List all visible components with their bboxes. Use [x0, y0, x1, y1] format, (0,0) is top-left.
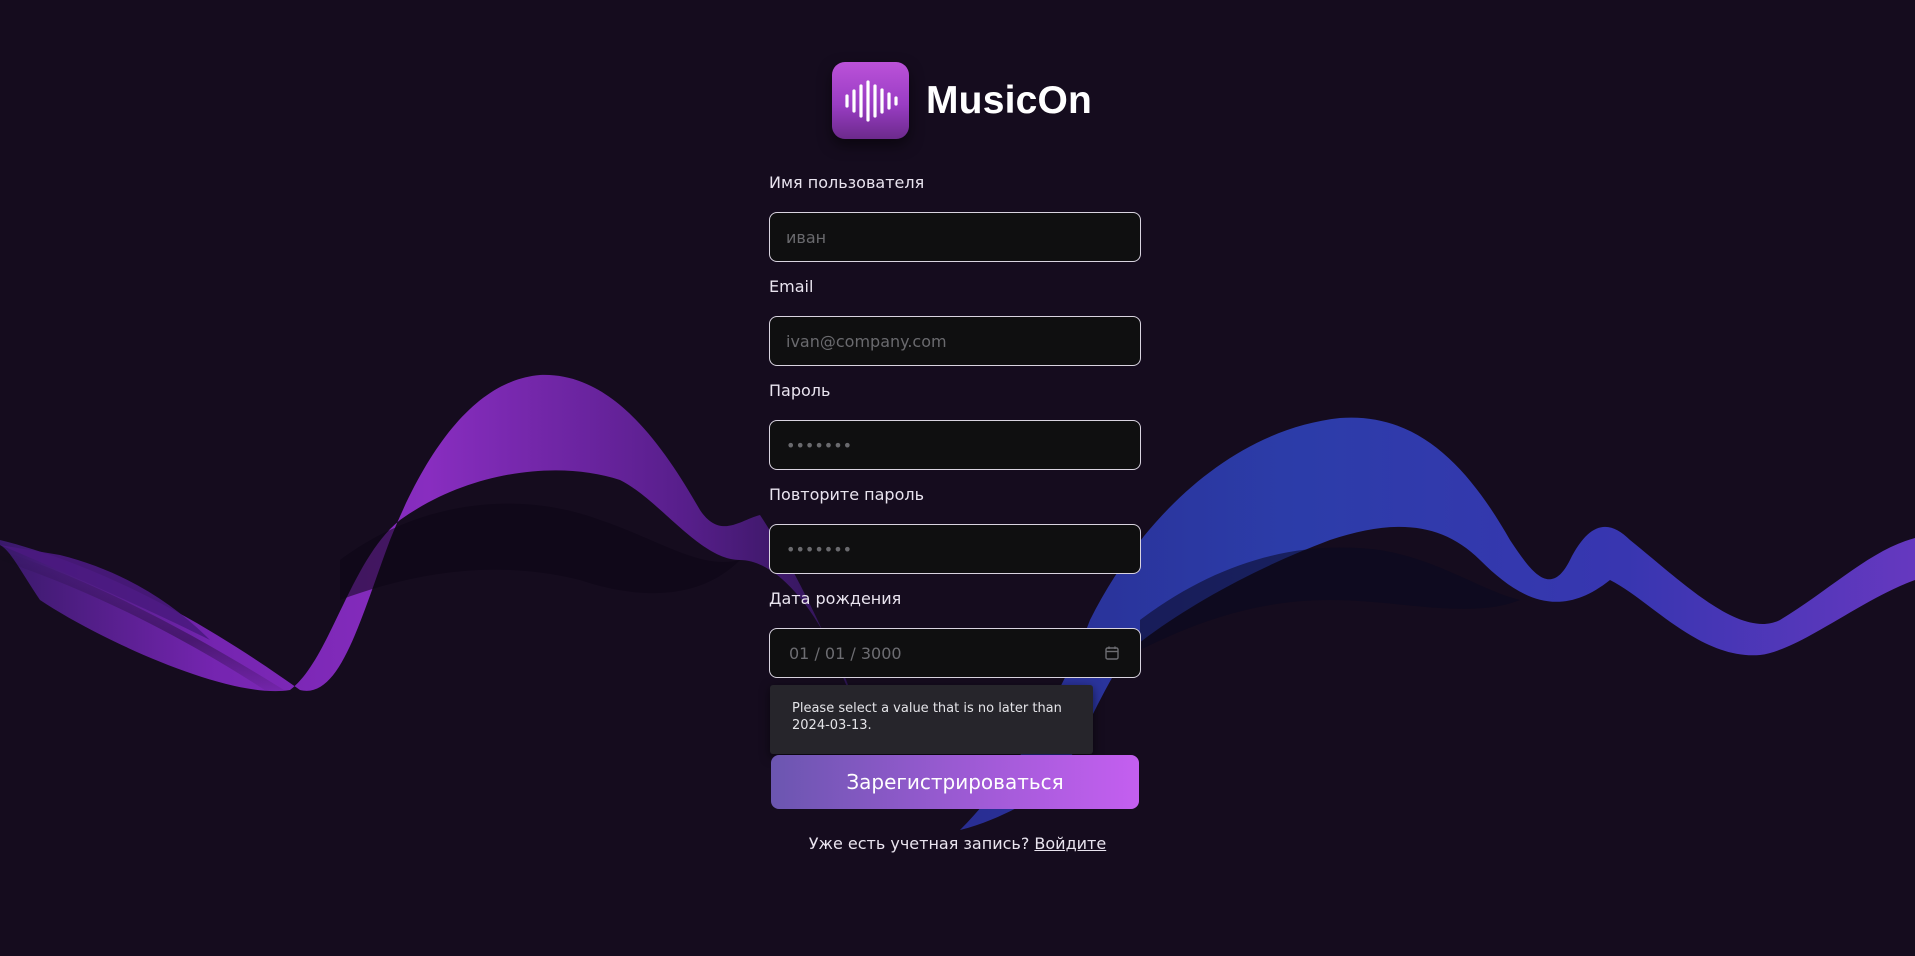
register-button[interactable]: Зарегистрироваться — [771, 755, 1139, 809]
username-input[interactable] — [770, 213, 1140, 261]
username-label: Имя пользователя — [769, 173, 925, 192]
birthdate-input[interactable]: 01 / 01 / 3000 — [769, 628, 1141, 678]
soundwave-icon — [832, 62, 909, 139]
brand-name: MusicOn — [926, 78, 1093, 122]
calendar-icon[interactable] — [1104, 645, 1120, 661]
birthdate-label: Дата рождения — [769, 589, 902, 608]
login-prompt: Уже есть учетная запись? Войдите — [0, 834, 1915, 853]
login-prompt-text: Уже есть учетная запись? — [808, 834, 1030, 853]
email-input[interactable] — [770, 317, 1140, 365]
confirm-password-field-box — [769, 524, 1141, 574]
password-field-box — [769, 420, 1141, 470]
login-link[interactable]: Войдите — [1034, 834, 1106, 853]
brand-logo: MusicOn — [832, 62, 1092, 139]
username-field-box — [769, 212, 1141, 262]
validation-tooltip: Please select a value that is no later t… — [770, 685, 1093, 754]
password-input[interactable] — [770, 421, 1140, 469]
confirm-password-label: Повторите пароль — [769, 485, 925, 504]
registration-page: MusicOn Имя пользователя Email Пароль По… — [0, 0, 1915, 956]
confirm-password-input[interactable] — [770, 525, 1140, 573]
email-label: Email — [769, 277, 814, 296]
email-field-box — [769, 316, 1141, 366]
birthdate-value: 01 / 01 / 3000 — [789, 644, 902, 663]
registration-form: Имя пользователя Email Пароль Повторите … — [769, 170, 1141, 693]
password-label: Пароль — [769, 381, 831, 400]
